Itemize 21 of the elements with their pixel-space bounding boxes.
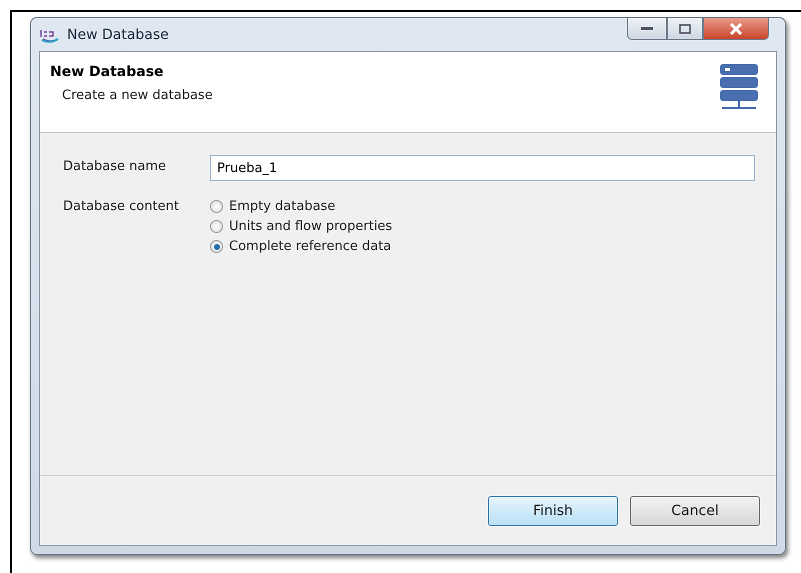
page-subtitle: Create a new database xyxy=(62,88,213,103)
window-title: New Database xyxy=(67,26,169,42)
dialog-button[interactable]: Finish xyxy=(488,496,618,526)
database-server-icon xyxy=(720,64,758,110)
database-name-field[interactable]: Prueba_1 xyxy=(210,155,755,181)
minimize-icon xyxy=(641,26,653,30)
radio-button[interactable] xyxy=(210,200,223,213)
dialog-button[interactable]: Cancel xyxy=(630,496,760,526)
minimize-button[interactable] xyxy=(627,18,667,40)
option-label[interactable]: Empty database xyxy=(229,199,336,214)
maximize-icon xyxy=(679,24,691,34)
radio-button[interactable] xyxy=(210,220,223,233)
page-title: New Database xyxy=(50,64,165,80)
field-label: Database content xyxy=(63,198,180,216)
close-icon xyxy=(729,22,743,34)
close-button[interactable] xyxy=(703,18,769,40)
radio-button[interactable] xyxy=(210,240,223,253)
maximize-button[interactable] xyxy=(667,18,703,40)
option-label[interactable]: Units and flow properties xyxy=(229,219,392,234)
option-label[interactable]: Complete reference data xyxy=(229,239,392,254)
field-label: Database name xyxy=(63,158,168,176)
